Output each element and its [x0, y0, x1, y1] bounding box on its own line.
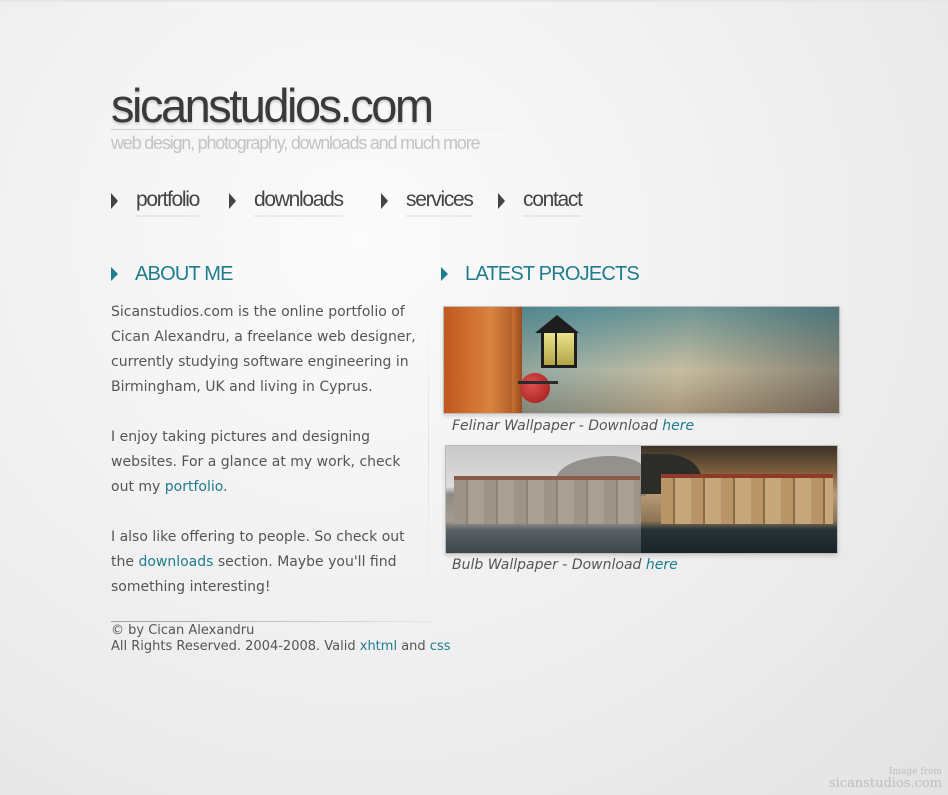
- arrow-right-icon: [381, 193, 388, 209]
- about-paragraph: I also like offering to people. So check…: [111, 525, 421, 600]
- building-shape: [661, 476, 833, 524]
- roof-shape: [454, 476, 640, 480]
- nav-item-downloads[interactable]: downloads: [229, 184, 344, 218]
- logo-divider: [111, 129, 551, 130]
- wall-edge: [512, 307, 522, 413]
- site-tagline: web design, photography, downloads and m…: [111, 133, 481, 153]
- about-text: .: [223, 479, 228, 495]
- roof-shape: [661, 474, 833, 478]
- bulb-caption: Bulb Wallpaper - Download here: [452, 556, 678, 574]
- about-text: I enjoy taking pictures and designing we…: [111, 429, 401, 495]
- site-logo[interactable]: sicanstudios.com: [111, 78, 434, 134]
- arrow-right-icon: [498, 193, 505, 209]
- portfolio-link[interactable]: portfolio: [165, 479, 223, 495]
- rights-line: All Rights Reserved. 2004-2008. Valid xh…: [111, 639, 451, 655]
- nav-label[interactable]: contact: [523, 185, 583, 217]
- and-text: and: [397, 639, 430, 654]
- about-heading: ABOUT ME: [111, 261, 234, 287]
- felinar-download-link[interactable]: here: [662, 418, 694, 434]
- arrow-right-icon: [441, 267, 448, 281]
- felinar-wallpaper-thumbnail[interactable]: [443, 306, 840, 414]
- bulb-download-link[interactable]: here: [646, 557, 678, 573]
- building-shape: [454, 478, 640, 524]
- nav-item-portfolio[interactable]: portfolio: [111, 184, 200, 218]
- watermark: Image from sicanstudios.com: [829, 766, 942, 790]
- about-title: ABOUT ME: [135, 263, 234, 285]
- nav-label[interactable]: portfolio: [136, 185, 200, 217]
- downloads-link[interactable]: downloads: [138, 554, 213, 570]
- rights-text: All Rights Reserved. 2004-2008. Valid: [111, 639, 360, 654]
- bulb-wallpaper-thumbnail[interactable]: [445, 445, 838, 554]
- watermark-line2: sicanstudios.com: [828, 776, 942, 791]
- red-ball: [520, 373, 550, 403]
- top-border: [0, 0, 948, 2]
- felinar-caption: Felinar Wallpaper - Download here: [452, 417, 694, 435]
- caption-text: Bulb Wallpaper - Download: [452, 557, 646, 573]
- wall-shape: [444, 307, 522, 413]
- footer-divider: [111, 621, 431, 622]
- projects-heading: LATEST PROJECTS: [441, 261, 640, 287]
- arrow-right-icon: [229, 193, 236, 209]
- caption-text: Felinar Wallpaper - Download: [452, 418, 663, 434]
- xhtml-link[interactable]: xhtml: [360, 639, 397, 654]
- copyright-text: © by Cican Alexandru: [111, 623, 255, 638]
- lamp-frame: [555, 333, 557, 365]
- lamp-roof: [535, 315, 579, 333]
- nav-item-services[interactable]: services: [381, 184, 474, 218]
- about-paragraph: I enjoy taking pictures and designing we…: [111, 425, 421, 500]
- nav-label[interactable]: downloads: [254, 185, 344, 217]
- about-content: Sicanstudios.com is the online portfolio…: [111, 300, 421, 625]
- css-link[interactable]: css: [430, 639, 451, 654]
- arrow-right-icon: [111, 267, 118, 281]
- nav-label[interactable]: services: [406, 185, 474, 217]
- about-paragraph: Sicanstudios.com is the online portfolio…: [111, 304, 416, 395]
- arrow-right-icon: [111, 193, 118, 209]
- projects-title: LATEST PROJECTS: [465, 263, 640, 285]
- column-divider: [428, 300, 429, 600]
- footer: © by Cican Alexandru All Rights Reserved…: [111, 623, 451, 655]
- lamp-bracket: [518, 381, 558, 384]
- lamp-body: [541, 333, 577, 368]
- nav-item-contact[interactable]: contact: [498, 184, 583, 218]
